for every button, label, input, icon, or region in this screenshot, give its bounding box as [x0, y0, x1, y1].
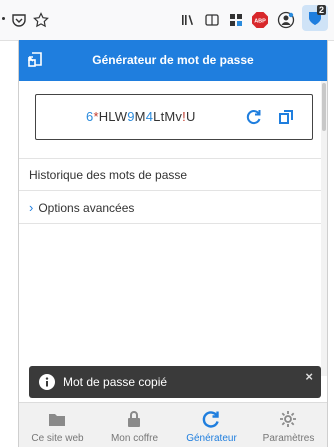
gear-icon [278, 409, 298, 429]
browser-toolbar: ABP 2 [0, 0, 334, 41]
nav-tab-current-site[interactable]: Ce site web [19, 403, 96, 447]
bookmark-star-icon[interactable] [31, 10, 51, 30]
bottom-nav: Ce site web Mon coffre Générateur Paramè… [19, 402, 327, 447]
copy-icon [279, 110, 293, 124]
password-history-row[interactable]: Historique des mots de passe [19, 158, 327, 191]
password-segment: LtMv [153, 109, 183, 124]
scrollbar-thumb[interactable] [322, 83, 326, 131]
pocket-icon[interactable] [9, 10, 29, 30]
lock-icon [124, 409, 144, 429]
password-segment: M [134, 109, 146, 124]
password-segment: U [185, 109, 196, 124]
toast-close-button[interactable]: × [305, 369, 313, 384]
bitwarden-extension-icon[interactable]: 2 [302, 5, 328, 31]
nav-tab-settings[interactable]: Paramètres [250, 403, 327, 447]
page-title: Générateur de mot de passe [92, 53, 254, 67]
bitwarden-popup: Générateur de mot de passe 6*HLW9M4LtMv!… [18, 40, 328, 447]
adblock-plus-icon[interactable]: ABP [250, 10, 270, 30]
library-icon[interactable] [178, 10, 198, 30]
nav-tab-label: Ce site web [31, 433, 84, 444]
popup-header: Générateur de mot de passe [19, 40, 327, 81]
advanced-options-label: Options avancées [38, 201, 135, 215]
scrollbar[interactable] [321, 81, 327, 376]
nav-tab-label: Générateur [186, 433, 237, 444]
nav-tab-generator[interactable]: Générateur [173, 403, 250, 447]
refresh-icon [246, 110, 261, 125]
generated-password: 6*HLW9M4LtMv!U [86, 109, 196, 124]
folder-icon [47, 409, 67, 429]
nav-tab-label: Mon coffre [110, 433, 159, 444]
reader-view-icon[interactable] [202, 10, 222, 30]
extension-badge: 2 [316, 5, 326, 15]
toast-message: Mot de passe copié [63, 375, 168, 389]
toast-notification: Mot de passe copié × [29, 366, 321, 398]
password-segment: HLW [98, 109, 128, 124]
regenerate-button[interactable] [244, 107, 264, 127]
copy-password-button[interactable] [276, 107, 296, 127]
password-segment: 9 [127, 109, 135, 124]
advanced-options-row[interactable]: › Options avancées [19, 191, 327, 224]
info-icon [39, 374, 55, 390]
toolbar-overflow-dot [2, 17, 5, 20]
refresh-icon [201, 409, 221, 429]
account-icon[interactable] [276, 10, 296, 30]
password-history-label: Historique des mots de passe [29, 168, 188, 182]
chevron-right-icon: › [29, 200, 34, 215]
svg-text:ABP: ABP [254, 19, 266, 25]
nav-tab-label: Paramètres [262, 433, 315, 444]
generated-password-box: 6*HLW9M4LtMv!U [35, 94, 313, 140]
nav-tab-vault[interactable]: Mon coffre [96, 403, 173, 447]
extension-grid-icon[interactable] [226, 10, 246, 30]
